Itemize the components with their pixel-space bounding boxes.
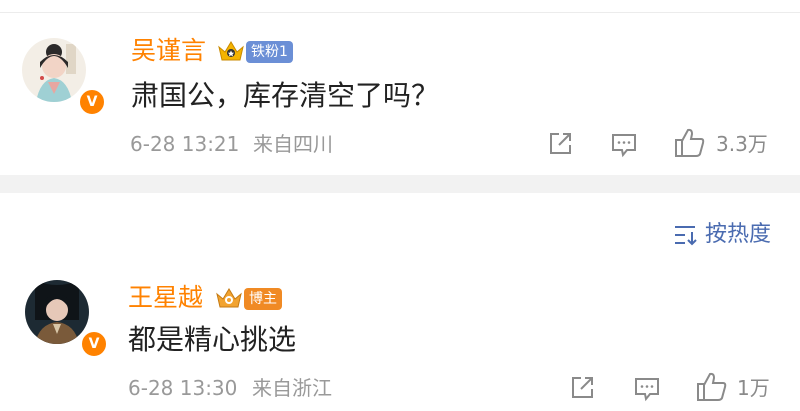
comment-location: 来自浙江 <box>252 376 332 400</box>
like-icon[interactable] <box>673 126 707 164</box>
username[interactable]: 王星越 <box>128 283 203 313</box>
verified-badge: V <box>78 88 106 116</box>
comment-icon[interactable] <box>633 374 661 406</box>
blogger-tag: 博主 <box>244 288 282 310</box>
comment-time: 6-28 13:30 <box>128 376 238 400</box>
share-icon[interactable] <box>546 130 574 162</box>
username[interactable]: 吴谨言 <box>131 36 206 66</box>
top-divider <box>0 12 800 13</box>
like-count: 1万 <box>737 376 770 400</box>
crown-icon <box>216 38 246 64</box>
comment-location: 来自四川 <box>253 132 333 156</box>
sort-icon <box>673 223 699 251</box>
comment-icon[interactable] <box>610 130 638 162</box>
like-count: 3.3万 <box>716 132 768 156</box>
like-icon[interactable] <box>695 370 729 408</box>
avatar[interactable] <box>22 38 86 102</box>
fan-tag: 铁粉1 <box>246 41 293 63</box>
comment-text: 都是精心挑选 <box>128 323 297 356</box>
comment-time: 6-28 13:21 <box>130 132 240 156</box>
comment-text: 肃国公，库存清空了吗？ <box>131 79 440 112</box>
comment-item: V 王星越 博主 都是精心挑选 6-28 13:30 来自浙江 1万 <box>0 270 800 411</box>
section-divider <box>0 175 800 193</box>
crown-icon <box>214 285 244 311</box>
sort-label: 按热度 <box>705 222 772 247</box>
share-icon[interactable] <box>568 374 596 406</box>
avatar[interactable] <box>25 280 89 344</box>
verified-badge: V <box>80 330 108 358</box>
comment-item: V 吴谨言 铁粉1 肃国公，库存清空了吗？ 6-28 13:21 来自四川 3.… <box>0 20 800 170</box>
